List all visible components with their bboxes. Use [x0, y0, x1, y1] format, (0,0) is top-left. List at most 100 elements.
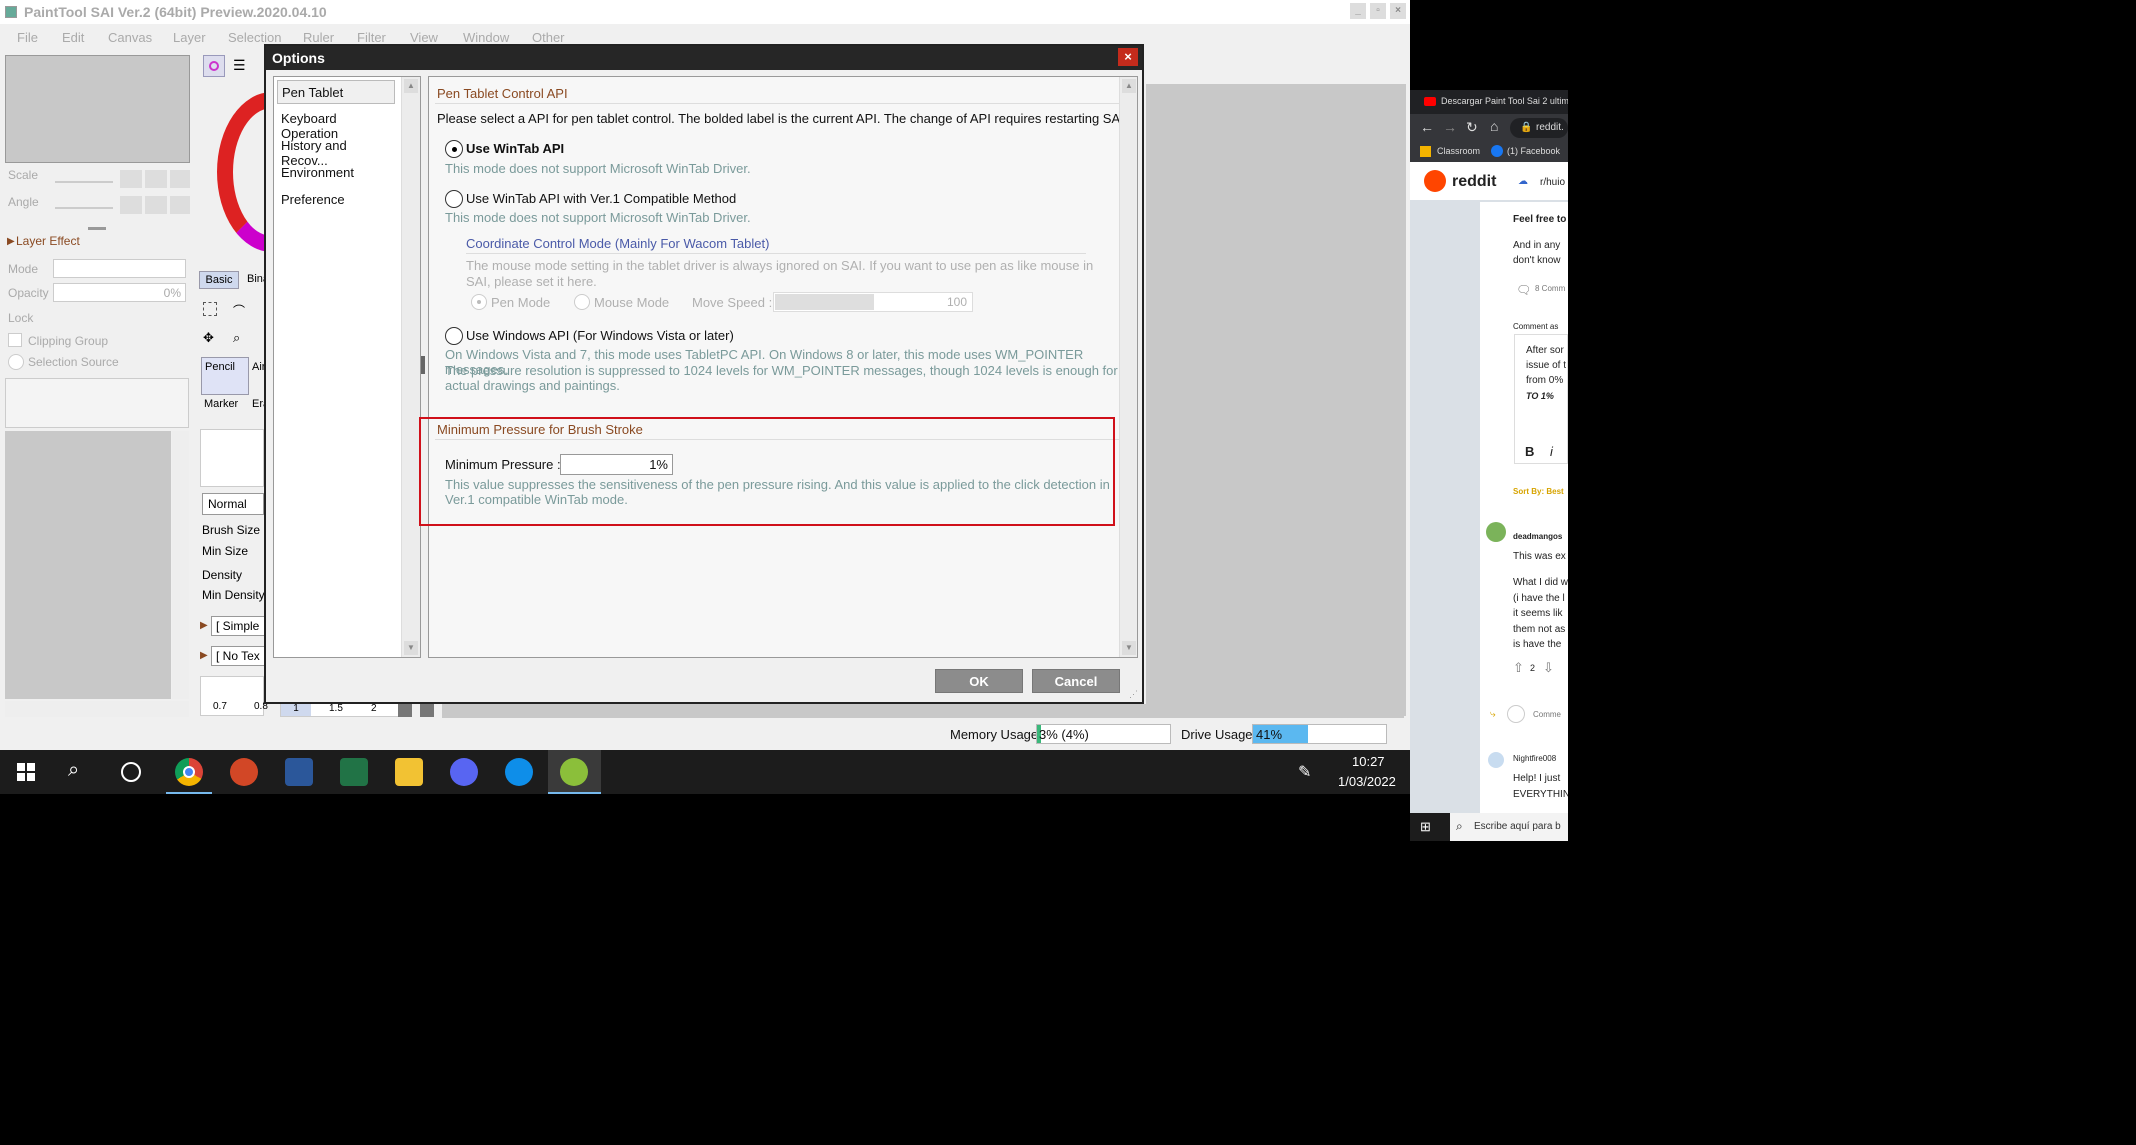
- nav-preference[interactable]: Preference: [277, 188, 395, 212]
- file-explorer-icon[interactable]: [395, 758, 423, 786]
- layer-list-scrollbar[interactable]: [172, 431, 189, 699]
- word-icon[interactable]: [285, 758, 313, 786]
- italic-button[interactable]: i: [1550, 444, 1553, 459]
- rotate-left-button[interactable]: [120, 196, 142, 214]
- discord-icon[interactable]: [450, 758, 478, 786]
- layer-list-hscrollbar[interactable]: [5, 701, 189, 717]
- comment-button[interactable]: Comme: [1533, 710, 1561, 719]
- close-window-button[interactable]: ×: [1390, 3, 1406, 19]
- canvas-hscrollbar[interactable]: [442, 704, 1404, 718]
- start-windows-icon[interactable]: ⊞: [1420, 819, 1431, 835]
- radio-wintab-compat-label[interactable]: Use WinTab API with Ver.1 Compatible Met…: [466, 191, 736, 206]
- tool-marker[interactable]: Marker: [204, 398, 238, 410]
- sort-selector[interactable]: Sort By: Best: [1513, 487, 1564, 496]
- size-cell[interactable]: 2: [371, 703, 377, 714]
- zoom-reset-button[interactable]: [170, 170, 190, 188]
- taskbar-search-box[interactable]: ⌕ Escribe aquí para b: [1450, 813, 1568, 841]
- home-icon[interactable]: ⌂: [1490, 118, 1498, 134]
- menu-file[interactable]: File: [17, 30, 38, 45]
- radio-pen-mode[interactable]: [471, 294, 487, 310]
- user-avatar-icon[interactable]: [1507, 705, 1525, 723]
- rotate-reset-button[interactable]: [170, 196, 190, 214]
- lasso-icon[interactable]: ⌒: [233, 302, 247, 318]
- search-icon[interactable]: ⌕: [68, 759, 79, 782]
- reddit-logo-icon[interactable]: [1424, 170, 1446, 192]
- mode-select[interactable]: [53, 259, 186, 278]
- zoom-in-button[interactable]: [145, 170, 167, 188]
- zoom-icon[interactable]: ⌕: [233, 330, 247, 345]
- clipping-group-checkbox[interactable]: [8, 333, 22, 347]
- rotate-right-button[interactable]: [145, 196, 167, 214]
- minimize-button[interactable]: _: [1350, 3, 1366, 19]
- expand-texture-icon[interactable]: ▶: [200, 650, 208, 661]
- expand-shape-icon[interactable]: ▶: [200, 620, 208, 631]
- bold-button[interactable]: B: [1525, 444, 1534, 459]
- nav-pen-tablet[interactable]: Pen Tablet: [277, 80, 395, 104]
- pen-mode-label[interactable]: Pen Mode: [491, 295, 550, 310]
- size-cell[interactable]: 1.5: [329, 703, 343, 714]
- size-cell[interactable]: 0.7: [213, 701, 227, 712]
- menu-edit[interactable]: Edit: [62, 30, 84, 45]
- menu-other[interactable]: Other: [532, 30, 565, 45]
- radio-wintab-label[interactable]: Use WinTab API: [466, 141, 564, 156]
- avatar[interactable]: [1486, 522, 1506, 542]
- palette-scroll[interactable]: [398, 703, 412, 717]
- sai-taskbar-button[interactable]: [548, 750, 601, 794]
- bookmark-facebook[interactable]: (1) Facebook: [1507, 146, 1560, 156]
- radio-wintab[interactable]: [445, 140, 463, 158]
- browser-tab-title[interactable]: Descargar Paint Tool Sai 2 ultim: [1441, 96, 1568, 106]
- reddit-brand[interactable]: reddit: [1452, 173, 1496, 191]
- expand-arrow-icon[interactable]: ▶: [7, 236, 15, 247]
- menu-view[interactable]: View: [410, 30, 438, 45]
- comment-username[interactable]: deadmangos: [1513, 532, 1562, 541]
- move-speed-slider[interactable]: 100: [773, 292, 973, 312]
- teamviewer-icon[interactable]: [505, 758, 533, 786]
- cortana-icon[interactable]: [121, 762, 141, 782]
- ok-button[interactable]: OK: [935, 669, 1023, 693]
- menu-canvas[interactable]: Canvas: [108, 30, 152, 45]
- chrome-icon[interactable]: [175, 758, 203, 786]
- canvas-area[interactable]: [1146, 84, 1406, 716]
- content-scrollbar[interactable]: ▲ ▼: [1119, 77, 1137, 657]
- address-bar[interactable]: 🔒 reddit.: [1510, 118, 1568, 138]
- menu-filter[interactable]: Filter: [357, 30, 386, 45]
- menu-layer[interactable]: Layer: [173, 30, 206, 45]
- brush-shape-select[interactable]: [ Simple: [211, 616, 267, 636]
- radio-mouse-mode[interactable]: [574, 294, 590, 310]
- powerpoint-icon[interactable]: [230, 758, 258, 786]
- tab-basic[interactable]: Basic: [199, 271, 239, 289]
- menu-lines-icon[interactable]: ☰: [233, 58, 249, 74]
- nav-history-recovery[interactable]: History and Recov...: [277, 134, 395, 168]
- menu-ruler[interactable]: Ruler: [303, 30, 334, 45]
- selection-source-checkbox[interactable]: [8, 354, 24, 370]
- downvote-icon[interactable]: ⇩: [1543, 660, 1554, 676]
- pen-icon[interactable]: ✎: [1298, 762, 1311, 782]
- mouse-mode-label[interactable]: Mouse Mode: [594, 295, 669, 310]
- radio-wintab-compat[interactable]: [445, 190, 463, 208]
- scale-slider[interactable]: [55, 181, 113, 183]
- clock-time[interactable]: 10:27: [1352, 754, 1385, 769]
- move-icon[interactable]: ✥: [203, 330, 217, 345]
- avatar[interactable]: [1488, 752, 1504, 768]
- subreddit-name[interactable]: r/huio: [1540, 177, 1565, 188]
- clock-date[interactable]: 1/03/2022: [1338, 774, 1396, 789]
- comments-count[interactable]: 8 Comm: [1535, 284, 1565, 293]
- comment-bubble-icon[interactable]: 🗨: [1516, 283, 1531, 297]
- angle-slider[interactable]: [55, 207, 113, 209]
- nav-keyboard-operation[interactable]: Keyboard Operation: [277, 107, 395, 141]
- scroll-up-arrow-icon[interactable]: ▲: [404, 79, 418, 93]
- size-cell-selected[interactable]: 1: [281, 703, 311, 716]
- color-wheel-mode-button[interactable]: [203, 55, 225, 77]
- forward-icon[interactable]: →: [1443, 119, 1457, 135]
- cancel-button[interactable]: Cancel: [1032, 669, 1120, 693]
- scroll-up-arrow-icon[interactable]: ▲: [1122, 79, 1136, 93]
- resize-grip-icon[interactable]: ⋰: [1129, 689, 1138, 700]
- scroll-down-arrow-icon[interactable]: ▼: [404, 641, 418, 655]
- start-windows-icon[interactable]: [17, 763, 35, 781]
- maximize-button[interactable]: ▫: [1370, 3, 1386, 19]
- back-icon[interactable]: ←: [1420, 119, 1434, 135]
- palette-scroll-down[interactable]: [420, 703, 434, 717]
- menu-window[interactable]: Window: [463, 30, 509, 45]
- nav-scrollbar[interactable]: ▲ ▼: [401, 77, 420, 657]
- menu-selection[interactable]: Selection: [228, 30, 281, 45]
